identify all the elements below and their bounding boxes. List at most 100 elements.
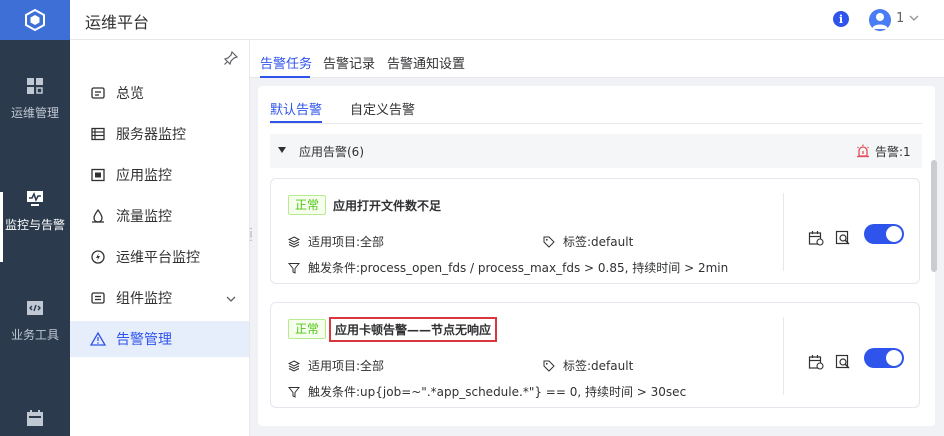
- server-list-icon: [90, 126, 106, 142]
- sidebar-item-label: 总览: [116, 86, 144, 102]
- sidebar-item-overview[interactable]: 总览: [70, 76, 249, 110]
- trigger-value: process_open_fds / process_max_fds > 0.8…: [360, 261, 729, 275]
- scrollbar[interactable]: [931, 160, 937, 272]
- view-details-icon[interactable]: [835, 230, 851, 246]
- enable-toggle[interactable]: [864, 224, 904, 244]
- status-badge: 正常: [288, 195, 327, 215]
- tag-label: 标签:: [563, 235, 592, 249]
- sidebar-item-server-monitor[interactable]: 服务器监控: [70, 117, 249, 151]
- app-title: 运维平台: [85, 13, 150, 32]
- trigger-label: 触发条件:: [308, 261, 361, 275]
- rail-item-biz-tools[interactable]: 业务工具: [0, 298, 70, 343]
- subtab-custom-alerts[interactable]: 自定义告警: [350, 99, 415, 118]
- card-divider: [783, 317, 784, 395]
- status-badge: 正常: [288, 319, 327, 339]
- alert-panel: 默认告警 自定义告警 应用告警(6) 告警:1 正常 应用打开文件数不足 适用项…: [258, 86, 935, 426]
- resize-handle[interactable]: ⋮ ⋮: [246, 228, 256, 243]
- secondary-sidebar: 总览 服务器监控 应用监控 流量监控 运维平台监控 组件监控 告警管理: [70, 40, 250, 436]
- rail-item-ops-label: 运维管理: [10, 106, 59, 120]
- rail-item-ops[interactable]: 运维管理: [0, 76, 70, 121]
- chevron-down-icon[interactable]: [225, 293, 237, 305]
- project-meta: 适用项目: 全部: [288, 233, 384, 250]
- project-meta: 适用项目: 全部: [288, 357, 384, 374]
- subtab-divider: [270, 123, 922, 124]
- enable-toggle[interactable]: [864, 348, 904, 368]
- tag-value: default: [591, 234, 634, 249]
- alarm-icon: [857, 144, 869, 158]
- code-window-icon: [27, 301, 43, 315]
- sidebar-item-label: 运维平台监控: [116, 250, 200, 266]
- tab-alert-notify-settings[interactable]: 告警通知设置: [387, 53, 465, 72]
- tag-icon: [543, 360, 555, 372]
- sidebar-item-label: 应用监控: [116, 168, 172, 184]
- toggle-knob: [886, 226, 902, 242]
- filter-icon: [288, 386, 300, 398]
- active-subtab-indicator: [270, 121, 322, 123]
- calendar-icon: [27, 410, 43, 426]
- trigger-value: up{job=~".*app_schedule.*"} == 0, 持续时间 >…: [360, 385, 687, 399]
- trigger-meta: 触发条件: up{job=~".*app_schedule.*"} == 0, …: [288, 383, 686, 400]
- sidebar-item-alert-management[interactable]: 告警管理: [70, 321, 249, 357]
- tab-alert-records[interactable]: 告警记录: [323, 53, 375, 72]
- project-value: 全部: [360, 359, 385, 373]
- tab-alert-tasks[interactable]: 告警任务: [260, 53, 312, 72]
- tag-meta: 标签: default: [543, 357, 633, 374]
- rail-item-biz-tools-label: 业务工具: [10, 328, 59, 342]
- cube-logo-icon: [25, 8, 45, 32]
- layers-icon: [288, 235, 300, 248]
- tag-icon: [543, 236, 555, 248]
- rail-item-monitoring[interactable]: 监控与告警: [0, 188, 70, 233]
- filter-icon: [288, 262, 300, 274]
- sidebar-item-label: 流量监控: [116, 209, 172, 225]
- caret-down-icon[interactable]: [278, 147, 286, 153]
- schedule-settings-icon[interactable]: [808, 230, 824, 246]
- pin-icon[interactable]: [223, 50, 239, 66]
- alert-title: 应用卡顿告警——节点无响应: [329, 317, 498, 342]
- user-avatar-icon[interactable]: [869, 9, 891, 31]
- component-icon: [90, 290, 106, 306]
- sidebar-item-label: 告警管理: [116, 332, 172, 348]
- user-name[interactable]: 1: [896, 11, 904, 26]
- alert-warning-icon: [90, 331, 106, 347]
- trigger-label: 触发条件:: [308, 385, 361, 399]
- tag-value: default: [591, 358, 634, 373]
- active-tab-indicator: [260, 76, 310, 78]
- project-label: 适用项目:: [308, 359, 361, 373]
- chevron-down-icon[interactable]: [908, 12, 920, 24]
- card-divider: [783, 193, 784, 271]
- main-tabs: 告警任务 告警记录 告警通知设置: [250, 40, 944, 78]
- group-title: 应用告警(6): [299, 145, 364, 159]
- subtab-default-alerts[interactable]: 默认告警: [270, 99, 322, 118]
- app-monitor-icon: [90, 167, 106, 183]
- app-rail: 运维管理 监控与告警 业务工具: [0, 0, 70, 436]
- rail-item-calendar[interactable]: [0, 408, 70, 436]
- layers-icon: [288, 359, 300, 372]
- schedule-settings-icon[interactable]: [808, 354, 824, 370]
- info-icon[interactable]: i: [833, 11, 849, 27]
- alert-title: 应用打开文件数不足: [333, 199, 442, 213]
- rail-item-monitoring-label: 监控与告警: [4, 218, 65, 232]
- sidebar-item-component-monitor[interactable]: 组件监控: [70, 281, 249, 315]
- sidebar-item-label: 组件监控: [116, 291, 172, 307]
- sidebar-item-app-monitor[interactable]: 应用监控: [70, 158, 249, 192]
- project-value: 全部: [360, 235, 385, 249]
- alert-card: 正常 应用卡顿告警——节点无响应 适用项目: 全部 标签: default 触发…: [270, 302, 920, 408]
- sidebar-item-platform-monitor[interactable]: 运维平台监控: [70, 240, 249, 274]
- alert-card: 正常 应用打开文件数不足 适用项目: 全部 标签: default 触发条件: …: [270, 178, 920, 284]
- overview-icon: [90, 85, 106, 101]
- sidebar-item-traffic-monitor[interactable]: 流量监控: [70, 199, 249, 233]
- project-label: 适用项目:: [308, 235, 361, 249]
- toggle-knob: [886, 350, 902, 366]
- alarm-count: 告警:1: [875, 145, 911, 159]
- top-header: 运维平台 i 1: [70, 0, 944, 40]
- dashboard-grid-icon: [27, 78, 43, 94]
- tag-label: 标签:: [563, 359, 592, 373]
- monitor-screen-icon: [27, 191, 43, 206]
- group-header[interactable]: 应用告警(6) 告警:1: [270, 134, 922, 168]
- traffic-icon: [90, 208, 106, 224]
- view-details-icon[interactable]: [835, 354, 851, 370]
- tag-meta: 标签: default: [543, 233, 633, 250]
- trigger-meta: 触发条件: process_open_fds / process_max_fds…: [288, 259, 728, 276]
- app-logo[interactable]: [0, 0, 70, 40]
- platform-monitor-icon: [90, 249, 106, 265]
